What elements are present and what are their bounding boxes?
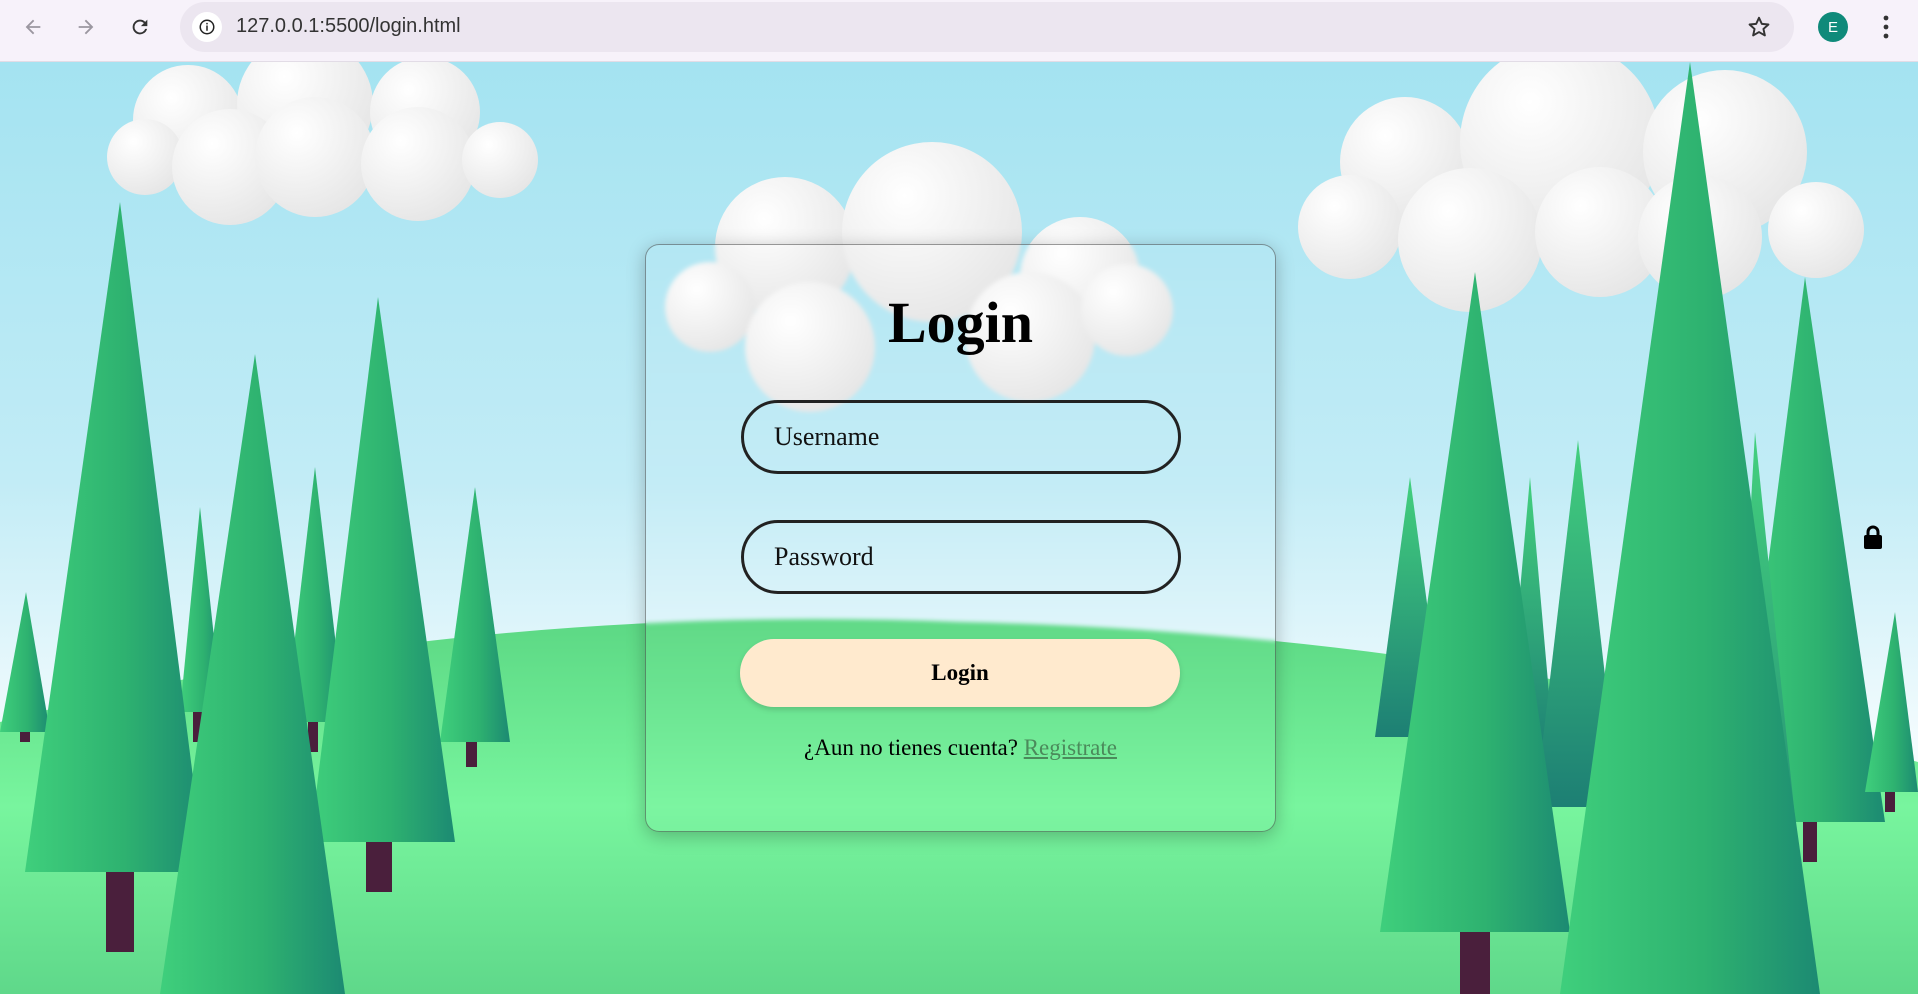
more-vert-icon[interactable] <box>1876 12 1896 42</box>
lock-icon[interactable] <box>1862 524 1884 550</box>
star-icon[interactable] <box>1746 14 1772 40</box>
login-title: Login <box>887 290 1034 355</box>
password-field <box>741 520 1181 594</box>
login-button[interactable]: Login <box>740 639 1180 707</box>
browser-toolbar: 127.0.0.1:5500/login.html E <box>0 0 1918 62</box>
forward-button[interactable] <box>67 8 105 46</box>
register-link[interactable]: Registrate <box>1024 735 1117 760</box>
info-icon <box>199 19 215 35</box>
username-input[interactable] <box>744 403 1178 471</box>
cloud-left <box>107 62 538 225</box>
cloud-right <box>1298 62 1864 312</box>
password-input[interactable] <box>744 523 1178 591</box>
signup-prompt: ¿Aun no tienes cuenta? Registrate <box>646 735 1275 761</box>
signup-prompt-text: ¿Aun no tienes cuenta? <box>804 735 1018 760</box>
reload-icon <box>132 19 148 35</box>
reload-button[interactable] <box>121 8 159 46</box>
site-info-button[interactable] <box>192 12 222 42</box>
profile-avatar[interactable]: E <box>1818 12 1848 42</box>
page-viewport: Login Login ¿Aun no tienes cuenta? Regis… <box>0 62 1918 994</box>
url-text[interactable]: 127.0.0.1:5500/login.html <box>236 15 461 38</box>
arrow-right-icon <box>78 19 94 35</box>
username-field <box>741 400 1181 474</box>
arrow-left-icon <box>25 19 41 35</box>
address-bar[interactable]: 127.0.0.1:5500/login.html <box>180 2 1794 52</box>
back-button[interactable] <box>14 8 52 46</box>
login-form: Login Login ¿Aun no tienes cuenta? Regis… <box>645 244 1276 832</box>
